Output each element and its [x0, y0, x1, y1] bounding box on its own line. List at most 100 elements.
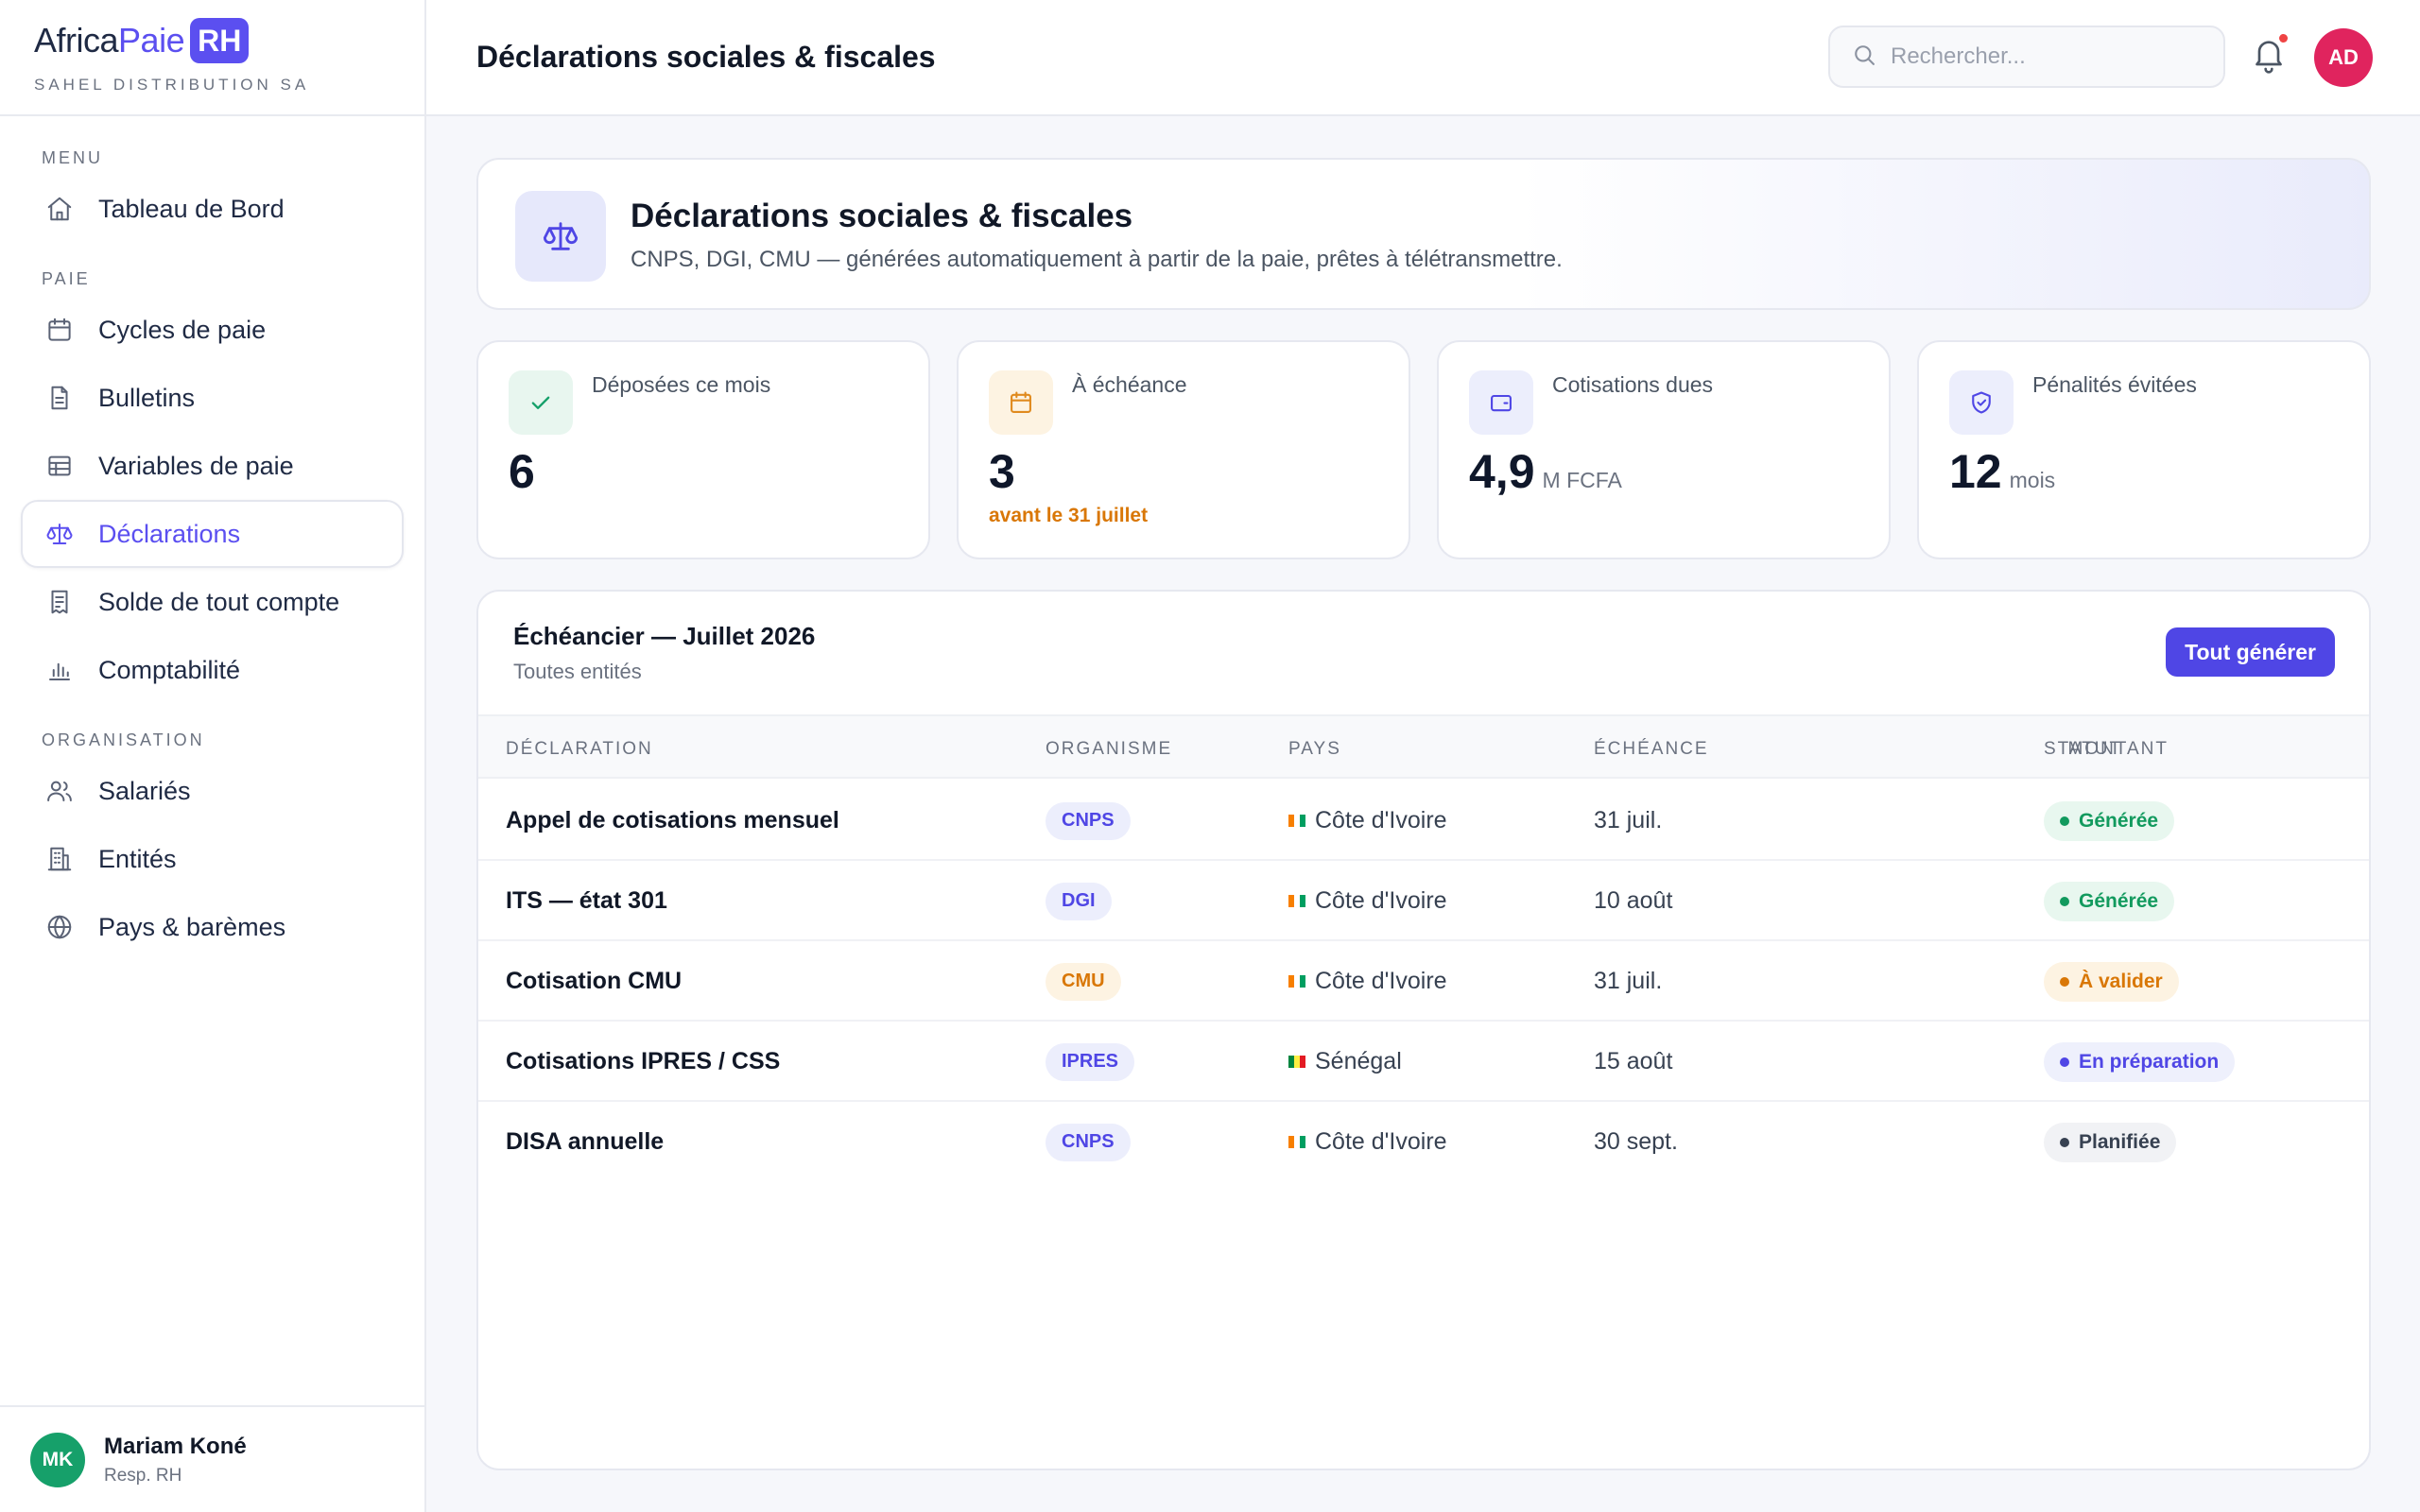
kpi-unit: mois — [2009, 468, 2056, 492]
kpi-number: 12 — [1949, 445, 2002, 498]
generate-all-button[interactable]: Tout générer — [2166, 627, 2335, 677]
status-label: En préparation — [2079, 1050, 2220, 1073]
cell-echeance: 30 sept. — [1594, 1128, 1678, 1155]
sidebar-item-cycles-de-paie[interactable]: Cycles de paie — [21, 296, 404, 364]
cell-organisme: DGI — [1046, 861, 1112, 941]
sidebar-item-label: Entités — [98, 844, 177, 873]
sidebar-item-bulletins[interactable]: Bulletins — [21, 364, 404, 432]
organisme-badge: CNPS — [1046, 1123, 1131, 1161]
cell-pays: Côte d'Ivoire — [1288, 941, 1447, 1022]
kpi-card-cotisations: Cotisations dues 4,9 M FCFA — [1437, 340, 1891, 559]
table-row[interactable]: Appel de cotisations mensuel CNPS Côte d'I… — [478, 781, 2369, 861]
cell-pays: Sénégal — [1288, 1022, 1402, 1102]
table-row[interactable]: Cotisations IPRES / CSS IPRES Sénégal 15 ao… — [478, 1022, 2369, 1102]
kpi-label: Cotisations dues — [1552, 372, 1714, 397]
user-avatar-button[interactable]: AD — [2314, 28, 2373, 87]
check-icon — [509, 370, 573, 435]
notifications-button[interactable] — [2250, 34, 2291, 76]
page-hero: Déclarations sociales & fiscales CNPS, D… — [476, 158, 2371, 310]
sidebar-item-salaries[interactable]: Salariés — [21, 757, 404, 825]
country-name: Côte d'Ivoire — [1315, 887, 1447, 914]
sidebar-item-declarations[interactable]: Déclarations — [21, 500, 404, 568]
column-header-statut[interactable]: STATUT — [2044, 739, 2122, 760]
sidebar-item-label: Cycles de paie — [98, 315, 267, 344]
schedule-subtitle: Toutes entités — [513, 660, 642, 683]
organisme-badge: IPRES — [1046, 1042, 1135, 1081]
user-role: Resp. RH — [104, 1465, 182, 1486]
kpi-number: 4,9 — [1469, 445, 1535, 498]
app-logo[interactable]: Africa Paie RH — [34, 17, 424, 64]
kpi-card-echeance: À échéance 3 avant le 31 juillet — [957, 340, 1410, 559]
sidebar-item-label: Pays & barèmes — [98, 912, 286, 941]
schedule-title: Échéancier — Juillet 2026 — [513, 622, 816, 650]
sidebar-item-solde-de-tout-compte[interactable]: Solde de tout compte — [21, 568, 404, 636]
table-header: DÉCLARATION ORGANISME PAYS ÉCHÉANCE MONT… — [478, 714, 2369, 779]
cell-pays: Côte d'Ivoire — [1288, 781, 1447, 861]
sidebar-item-variables-de-paie[interactable]: Variables de paie — [21, 432, 404, 500]
sidebar-item-entites[interactable]: Entités — [21, 825, 404, 893]
country-name: Côte d'Ivoire — [1315, 807, 1447, 833]
country-flag-icon — [1288, 815, 1305, 827]
table-row[interactable]: ITS — état 301DGICôte d'Ivoire10 août1 4… — [478, 861, 2369, 941]
kpi-number: 3 — [989, 445, 1015, 498]
sidebar-item-pays-baremes[interactable]: Pays & barèmes — [21, 893, 404, 961]
search-input[interactable] — [1891, 43, 2212, 70]
sidebar-item-tableau-de-bord[interactable]: Tableau de Bord — [21, 175, 404, 243]
cell-statut: Générée — [2044, 781, 2175, 861]
nav-section-organisation: ORGANISATION — [42, 730, 205, 749]
cell-echeance: 10 août — [1594, 887, 1673, 914]
logo-text-paie: Paie — [118, 21, 185, 60]
sidebar-item-label: Bulletins — [98, 383, 196, 412]
organisme-badge: CMU — [1046, 962, 1121, 1001]
hero-subtitle: CNPS, DGI, CMU — générées automatiquemen… — [631, 247, 1563, 272]
user-info: Mariam Koné Resp. RH — [104, 1434, 247, 1486]
cell-declaration: Cotisation CMU — [506, 968, 683, 994]
search-box[interactable] — [1828, 26, 2225, 88]
logo-badge-rh: RH — [190, 18, 250, 63]
table-row[interactable]: Cotisation CMUCMUCôte d'Ivoire31 juil.84… — [478, 941, 2369, 1022]
notification-dot — [2279, 34, 2288, 43]
current-user[interactable]: MK Mariam Koné Resp. RH — [0, 1405, 424, 1512]
document-icon — [43, 382, 76, 414]
cell-declaration: ITS — état 301 — [506, 887, 667, 914]
cell-statut: En préparation — [2044, 1022, 2236, 1102]
search-icon — [1851, 42, 1877, 73]
brand: Africa Paie RH SAHEL DISTRIBUTION SA — [0, 0, 424, 116]
table-icon — [43, 450, 76, 482]
kpi-note: avant le 31 juillet — [989, 505, 1149, 526]
logo-text-africa: Africa — [34, 21, 119, 60]
user-name: Mariam Koné — [104, 1433, 247, 1459]
wallet-icon — [1469, 370, 1533, 435]
sidebar-item-label: Déclarations — [98, 519, 241, 548]
column-header-montant[interactable]: MONTANT — [1885, 739, 2169, 760]
kpi-label: Déposées ce mois — [592, 372, 771, 397]
column-header-declaration[interactable]: DÉCLARATION — [506, 739, 653, 760]
column-header-echeance[interactable]: ÉCHÉANCE — [1594, 739, 1709, 760]
cell-declaration: DISA annuelle — [506, 1128, 665, 1155]
sidebar-item-label: Tableau de Bord — [98, 194, 285, 223]
hero-title: Déclarations sociales & fiscales — [631, 198, 1133, 234]
cell-statut: À valider — [2044, 941, 2179, 1022]
nav-section-paie: PAIE — [42, 269, 91, 288]
table-row[interactable]: DISA annuelleCNPSCôte d'Ivoire30 sept.—P… — [478, 1102, 2369, 1182]
cell-declaration: Appel de cotisations mensuel — [506, 807, 839, 833]
sidebar-nav: MENU Tableau de Bord PAIE Cycles de paie… — [0, 116, 424, 961]
cell-organisme: CNPS — [1046, 781, 1131, 861]
column-header-pays[interactable]: PAYS — [1288, 739, 1341, 760]
cell-organisme: CNPS — [1046, 1102, 1131, 1182]
column-header-organisme[interactable]: ORGANISME — [1046, 739, 1172, 760]
sidebar-item-comptabilite[interactable]: Comptabilité — [21, 636, 404, 704]
kpi-number: 6 — [509, 445, 535, 498]
cell-pays: Côte d'Ivoire — [1288, 861, 1447, 941]
status-dot — [2060, 1057, 2069, 1067]
cell-echeance: 31 juil. — [1594, 807, 1663, 833]
users-icon — [43, 775, 76, 807]
kpi-label: À échéance — [1072, 372, 1187, 397]
cell-statut: Planifiée — [2044, 1102, 2177, 1182]
country-name: Côte d'Ivoire — [1315, 968, 1447, 994]
globe-icon — [43, 911, 76, 943]
shield-check-icon — [1949, 370, 2014, 435]
status-dot — [2060, 1137, 2069, 1147]
cell-declaration: Cotisations IPRES / CSS — [506, 1048, 781, 1074]
kpi-value: 3 — [989, 444, 1015, 499]
